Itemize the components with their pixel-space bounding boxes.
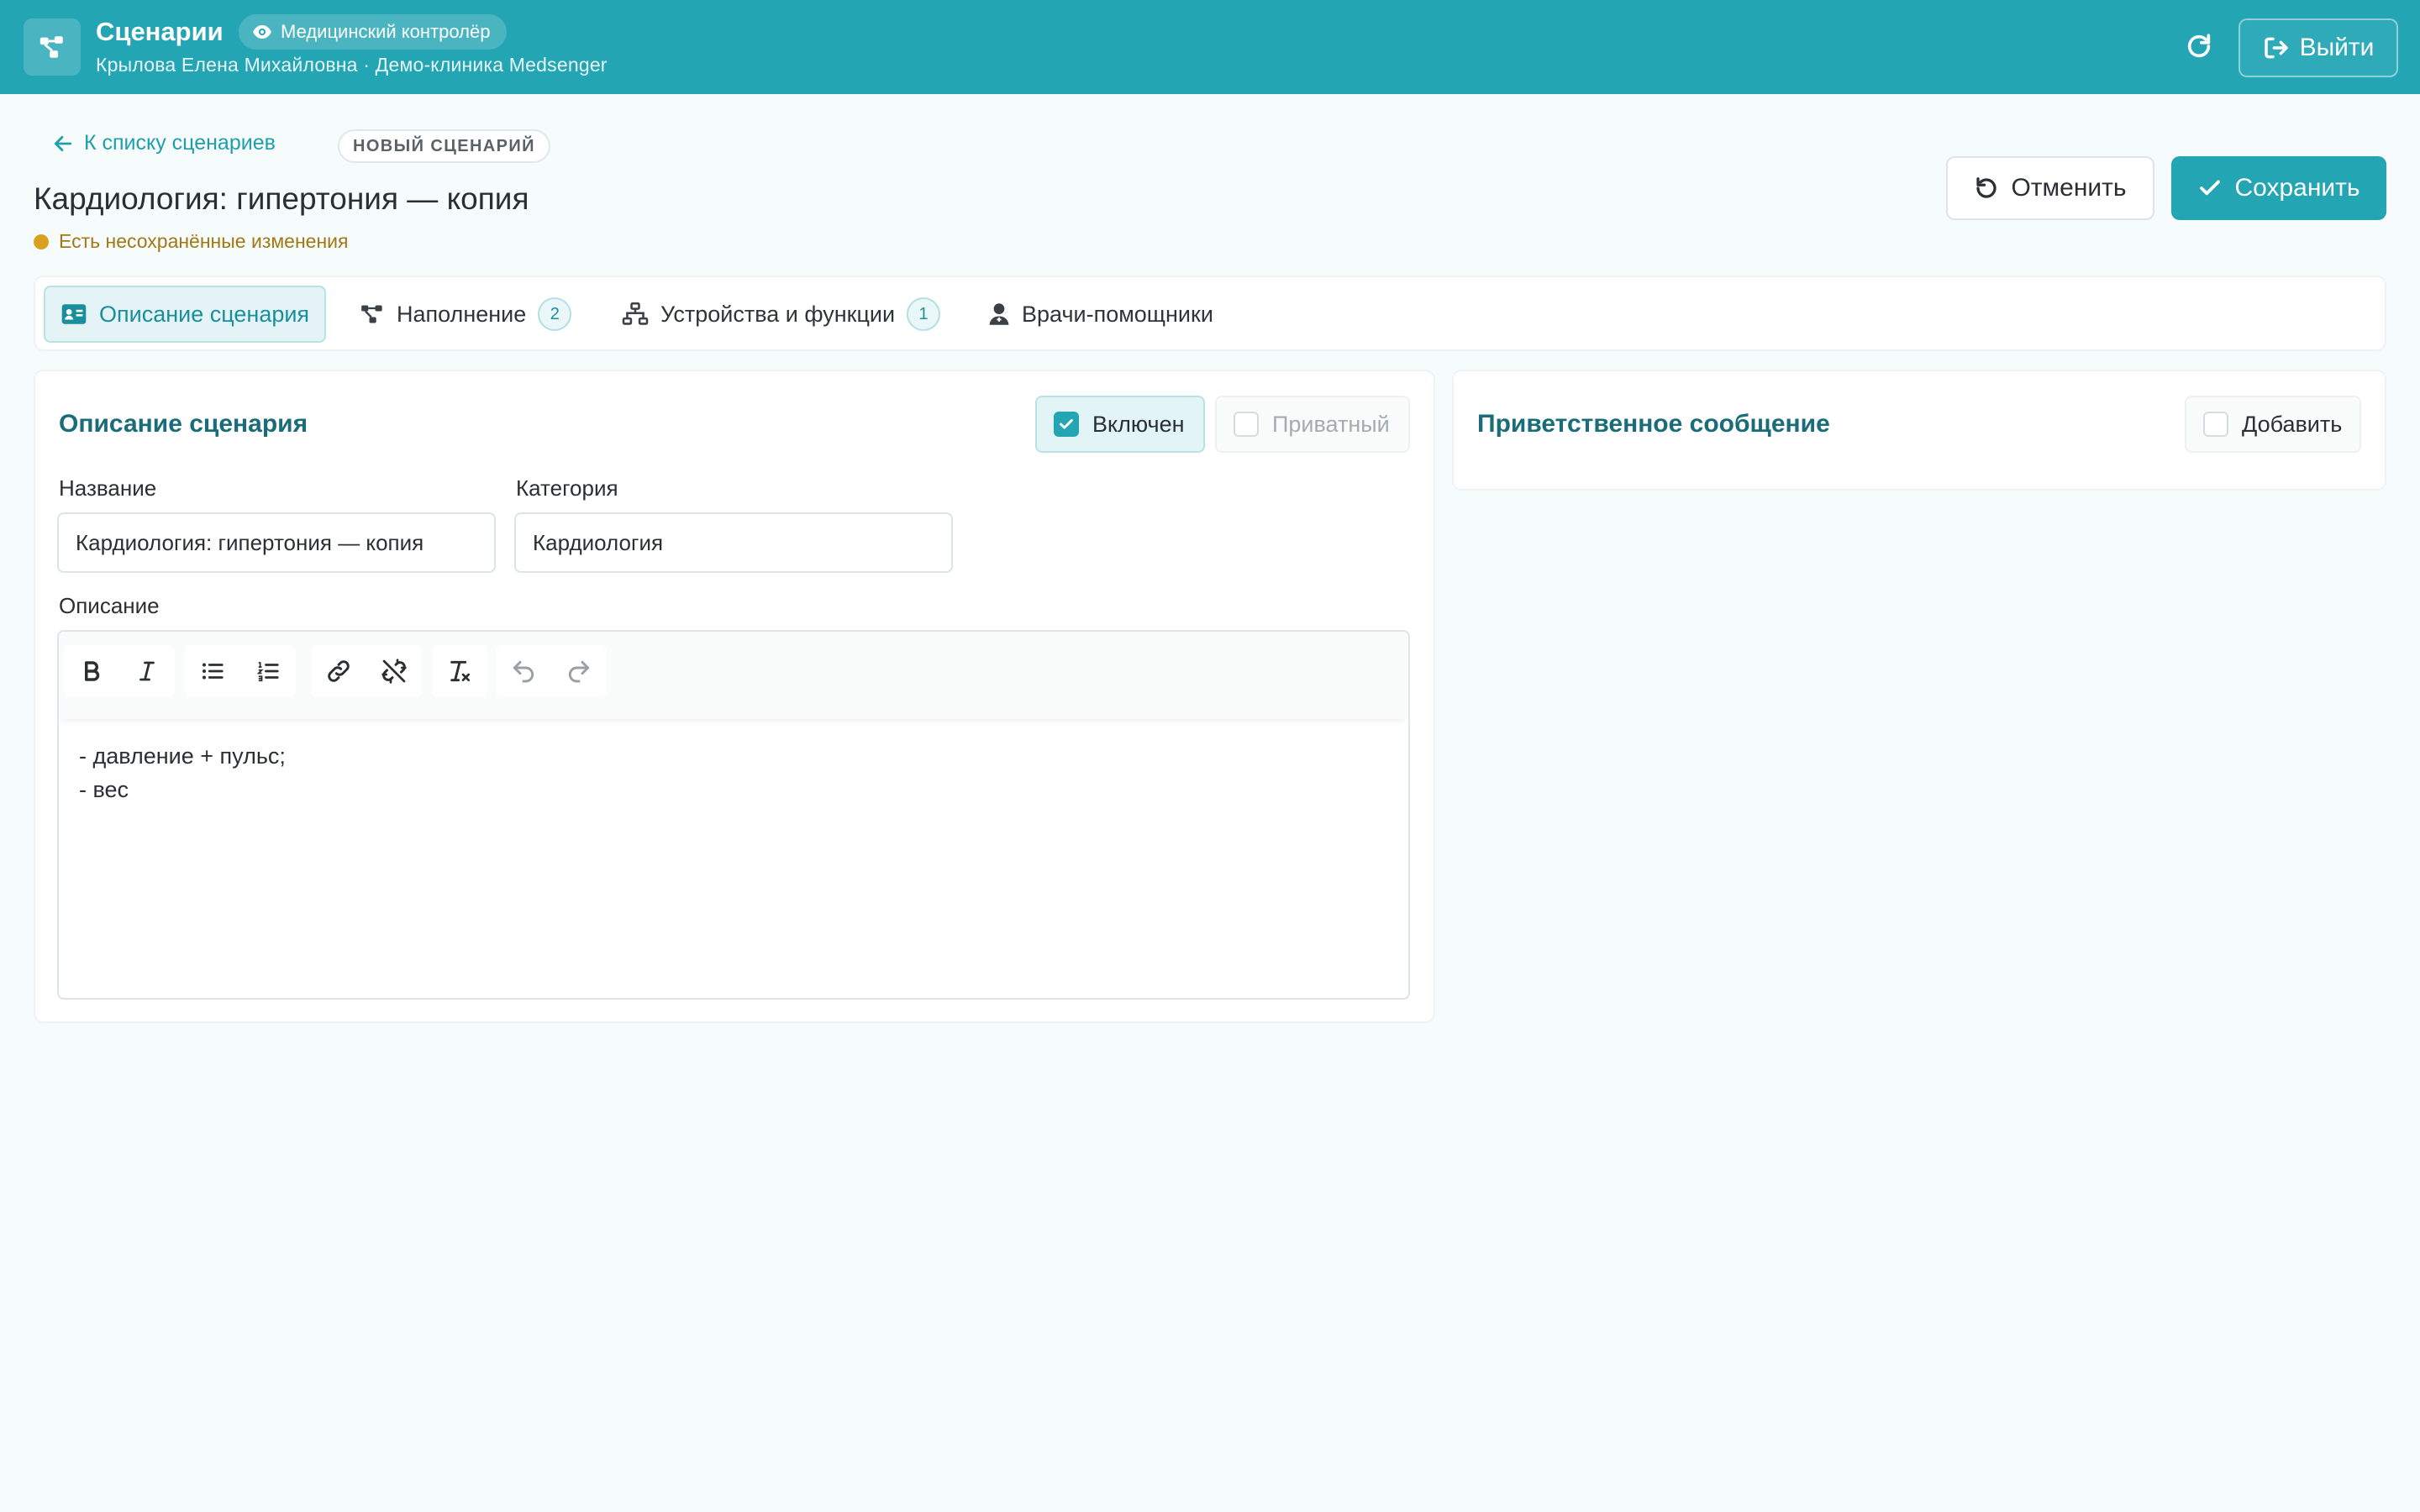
italic-button[interactable] — [119, 645, 175, 697]
editor-toolbar — [59, 632, 1408, 719]
bold-icon — [85, 661, 100, 681]
logout-label: Выйти — [2299, 34, 2375, 61]
save-label: Сохранить — [2234, 174, 2360, 202]
undo-icon — [513, 660, 534, 683]
name-input[interactable]: Кардиология: гипертония — копия — [57, 512, 496, 573]
enabled-label: Включен — [1092, 411, 1185, 437]
user-clinic-line: Крылова Елена Михайловна · Демо-клиника … — [96, 54, 608, 76]
italic-icon — [139, 661, 155, 681]
undo-icon — [1976, 177, 1997, 198]
check-icon — [2200, 180, 2221, 196]
category-input[interactable]: Кардиология — [514, 512, 953, 573]
numbered-list-button[interactable] — [240, 645, 296, 697]
cancel-label: Отменить — [2011, 174, 2127, 202]
toolbar-group-clear — [432, 645, 487, 697]
link-button[interactable] — [311, 645, 366, 697]
editor-line: - давление + пульс; — [79, 743, 286, 769]
tab-devices[interactable]: Устройства и функции 1 — [607, 286, 955, 343]
logout-button[interactable]: Выйти — [2238, 18, 2398, 77]
tab-description[interactable]: Описание сценария — [44, 286, 327, 343]
id-card-icon — [61, 304, 87, 324]
warning-dot-icon — [34, 234, 49, 249]
tab-label: Врачи-помощники — [1022, 301, 1213, 327]
add-welcome-checkbox[interactable] — [2203, 412, 2228, 437]
tab-content[interactable]: Наполнение 2 — [345, 286, 587, 343]
page-title: Кардиология: гипертония — копия — [34, 181, 529, 216]
toolbar-group-lists — [185, 645, 296, 697]
category-input-value: Кардиология — [533, 529, 664, 555]
bold-button[interactable] — [64, 645, 119, 697]
bullet-list-button[interactable] — [185, 645, 240, 697]
role-badge-label: Медицинский контролёр — [281, 21, 491, 42]
toolbar-group-format — [64, 645, 175, 697]
tab-label: Описание сценария — [99, 301, 310, 327]
undo-button[interactable] — [496, 645, 551, 697]
save-button[interactable]: Сохранить — [2171, 156, 2386, 220]
name-label: Название — [59, 475, 157, 501]
tab-label: Наполнение — [397, 301, 527, 327]
redo-icon — [568, 660, 590, 683]
sitemap-icon — [622, 302, 649, 325]
clear-format-icon — [450, 660, 470, 682]
enabled-checkbox[interactable] — [1054, 412, 1079, 437]
enabled-toggle[interactable]: Включен — [1035, 396, 1205, 453]
sign-out-icon — [2264, 37, 2288, 59]
welcome-card-title: Приветственное сообщение — [1477, 410, 1830, 438]
numbered-list-icon — [256, 662, 279, 682]
top-bar: Сценарии Медицинский контролёр Крылова Е… — [0, 0, 2420, 94]
description-label: Описание — [59, 593, 160, 618]
tab-label: Устройства и функции — [660, 301, 896, 327]
arrow-left-icon — [54, 135, 72, 151]
back-to-list-link[interactable]: К списку сценариев — [52, 131, 276, 155]
back-link-label: К списку сценариев — [84, 131, 276, 155]
category-label: Категория — [516, 475, 618, 501]
unsaved-notice: Есть несохранённые изменения — [34, 230, 348, 253]
tab-count-badge: 2 — [538, 297, 572, 331]
tab-assistant-doctors[interactable]: Врачи-помощники — [973, 286, 1228, 343]
add-welcome-label: Добавить — [2242, 411, 2343, 437]
unsaved-notice-text: Есть несохранённые изменения — [59, 230, 349, 252]
status-badge: НОВЫЙ СЦЕНАРИЙ — [338, 129, 550, 163]
toolbar-group-links — [311, 645, 422, 697]
app-title: Сценарии — [96, 17, 224, 46]
app-logo — [24, 18, 81, 76]
tab-count-badge: 1 — [907, 297, 941, 331]
private-label: Приватный — [1272, 411, 1390, 437]
check-icon — [1060, 418, 1073, 429]
link-icon — [328, 660, 350, 682]
refresh-icon — [2187, 34, 2211, 58]
eye-icon — [253, 25, 271, 39]
editor-content[interactable]: - давление + пульс; - вес — [79, 739, 286, 806]
role-badge: Медицинский контролёр — [239, 14, 508, 50]
unlink-button[interactable] — [366, 645, 422, 697]
bullet-list-icon — [203, 663, 224, 680]
editor-line: - вес — [79, 777, 129, 802]
name-input-value: Кардиология: гипертония — копия — [76, 529, 424, 555]
diagram-icon — [361, 305, 382, 323]
tab-bar: Описание сценария Наполнение 2 Устройств… — [34, 276, 2386, 351]
cancel-button[interactable]: Отменить — [1946, 156, 2154, 220]
diagram-icon — [39, 36, 63, 58]
add-welcome-toggle[interactable]: Добавить — [2185, 396, 2361, 453]
user-doctor-icon — [989, 303, 1009, 325]
private-checkbox[interactable] — [1234, 412, 1259, 437]
refresh-button[interactable] — [2180, 27, 2218, 66]
unlink-icon — [381, 659, 407, 684]
redo-button[interactable] — [551, 645, 607, 697]
toolbar-group-history — [496, 645, 607, 697]
clear-format-button[interactable] — [432, 645, 487, 697]
description-editor: - давление + пульс; - вес — [57, 630, 1410, 1000]
private-toggle[interactable]: Приватный — [1215, 396, 1410, 453]
description-card-title: Описание сценария — [59, 410, 308, 438]
